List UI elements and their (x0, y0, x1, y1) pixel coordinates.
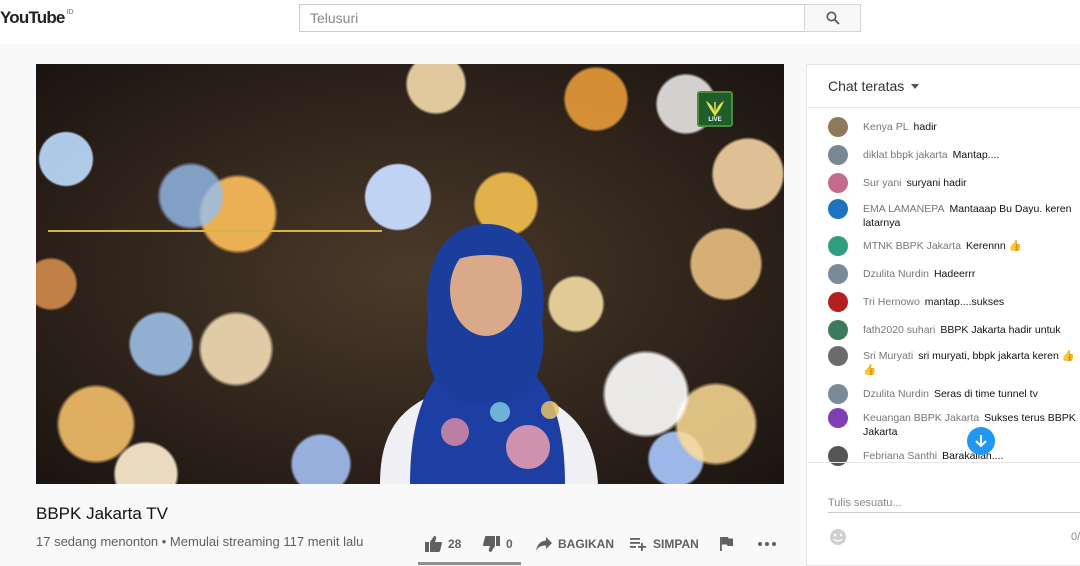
playlist-add-icon (630, 538, 646, 551)
chat-author-name[interactable]: fath2020 suhari (863, 324, 935, 336)
chat-avatar[interactable] (828, 320, 848, 340)
like-count: 28 (448, 537, 462, 551)
live-label: LIVE (708, 117, 722, 123)
dislike-button[interactable]: 0 (483, 534, 513, 554)
chat-avatar[interactable] (828, 117, 848, 137)
chat-avatar[interactable] (828, 446, 848, 466)
chat-message-text: Seras di time tunnel tv (933, 388, 1038, 400)
chat-avatar[interactable] (828, 384, 848, 404)
live-chat-panel: Chat teratas Kenya PL hadir diklat bbpk ja… (806, 64, 1080, 566)
chat-author-name[interactable]: Keuangan BBPK Jakarta (863, 412, 979, 424)
save-button[interactable]: SIMPAN (630, 534, 699, 554)
chat-avatar[interactable] (828, 236, 848, 256)
share-arrow-icon (536, 537, 552, 551)
chat-message-input[interactable] (828, 493, 1080, 513)
scroll-to-bottom-button[interactable] (967, 427, 995, 455)
video-player[interactable]: LIVE (36, 64, 784, 484)
chat-author-name[interactable]: Kenya PL (863, 121, 909, 133)
chat-author-name[interactable]: diklat bbpk jakarta (863, 149, 948, 161)
presenter-figure (380, 224, 598, 484)
chat-mode-selector[interactable]: Chat teratas (807, 65, 1080, 108)
channel-live-badge: LIVE (697, 91, 733, 127)
chat-message-text: suryani hadir (906, 177, 967, 189)
arrow-down-icon (975, 435, 987, 448)
chat-author-name[interactable]: Febriana Santhi (863, 450, 937, 462)
masthead: YouTube ID (0, 0, 1080, 44)
chat-message-content: Sri Muryati sri muryati, bbpk jakarta ker… (863, 349, 1080, 377)
chat-message-content: diklat bbpk jakarta Mantap.... (863, 148, 1080, 162)
thumbs-up-icon (425, 536, 442, 552)
more-dots-icon (758, 542, 776, 546)
like-button[interactable]: 28 (425, 534, 461, 554)
chat-message-text: Hadeerrr (933, 268, 976, 280)
chat-author-name[interactable]: Sur yani (863, 177, 902, 189)
dropdown-caret-icon (911, 83, 920, 89)
chat-avatar[interactable] (828, 173, 848, 193)
chat-message-text: BBPK Jakarta hadir untuk (940, 324, 1061, 336)
chat-avatar[interactable] (828, 408, 848, 428)
chat-message-content: Dzulita Nurdin Seras di time tunnel tv (863, 387, 1080, 401)
chat-author-name[interactable]: Dzulita Nurdin (863, 268, 929, 280)
chat-avatar[interactable] (828, 292, 848, 312)
chat-message-content: Tri Hernowo mantap....sukses (863, 295, 1080, 309)
chat-message-text: Mantap.... (952, 149, 1000, 161)
chat-avatar[interactable] (828, 346, 848, 366)
chat-author-name[interactable]: MTNK BBPK Jakarta (863, 240, 961, 252)
share-button[interactable]: BAGIKAN (536, 534, 614, 554)
leaf-emblem-icon (706, 101, 724, 116)
logo-region-code: ID (66, 9, 74, 16)
search-icon (826, 11, 840, 25)
chat-avatar[interactable] (828, 145, 848, 165)
view-count-info: 17 sedang menonton • Memulai streaming 1… (36, 534, 364, 549)
chat-message-text: mantap....sukses (924, 296, 1005, 308)
youtube-logo[interactable]: YouTube ID (0, 8, 74, 28)
search-input[interactable] (299, 4, 805, 32)
chat-avatar[interactable] (828, 264, 848, 284)
chat-message-content: Sur yani suryani hadir (863, 176, 1080, 190)
report-button[interactable] (720, 534, 733, 554)
chat-message-text: Kerennn 👍 (966, 240, 1022, 252)
chat-message-content: Dzulita Nurdin Hadeerrr (863, 267, 1080, 281)
flag-icon (720, 537, 733, 551)
lower-third-line (48, 230, 382, 232)
chat-divider (807, 462, 1080, 463)
chat-author-name[interactable]: Tri Hernowo (863, 296, 920, 308)
like-bar (418, 562, 521, 565)
logo-wordmark: YouTube (0, 8, 65, 27)
chat-avatar[interactable] (828, 199, 848, 219)
char-counter: 0/ (1071, 531, 1080, 543)
chat-author-name[interactable]: EMA LAMANEPA (863, 203, 945, 215)
search-button[interactable] (804, 4, 861, 32)
chat-message-content: fath2020 suhari BBPK Jakarta hadir untuk (863, 323, 1080, 337)
chat-message-text: hadir (913, 121, 937, 133)
thumbs-down-icon (483, 536, 500, 552)
chat-mode-label: Chat teratas (828, 78, 905, 94)
chat-message-content: EMA LAMANEPA Mantaaap Bu Dayu. keren lata… (863, 202, 1080, 230)
chat-message-content: Kenya PL hadir (863, 120, 1080, 134)
chat-author-name[interactable]: Dzulita Nurdin (863, 388, 929, 400)
share-label: BAGIKAN (558, 537, 614, 551)
save-label: SIMPAN (653, 537, 699, 551)
emoji-icon[interactable] (828, 527, 848, 547)
chat-author-name[interactable]: Sri Muryati (863, 350, 913, 362)
more-actions-button[interactable] (758, 534, 776, 554)
video-title: BBPK Jakarta TV (36, 504, 168, 523)
dislike-count: 0 (506, 537, 513, 551)
chat-message-content: MTNK BBPK Jakarta Kerennn 👍 (863, 239, 1080, 253)
